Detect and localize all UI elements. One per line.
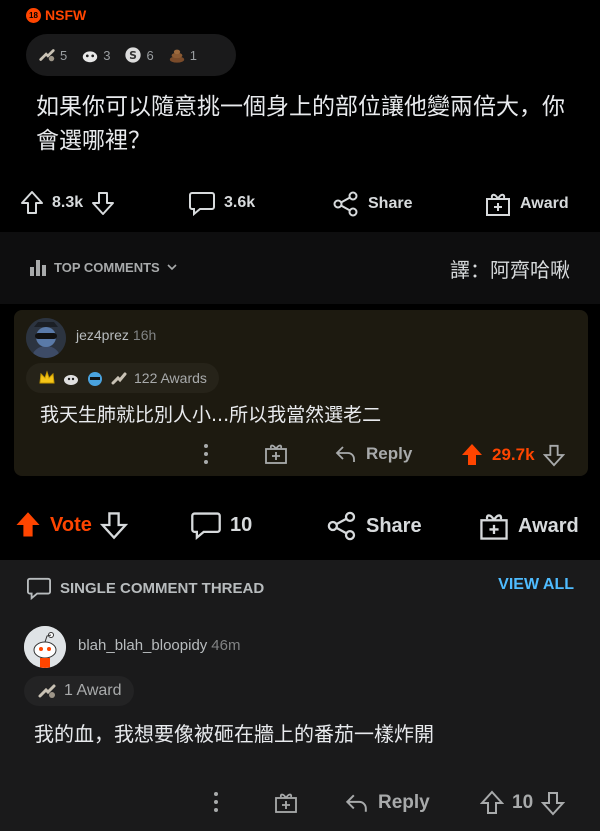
comment-author[interactable]: blah_blah_bloopidy 46m (78, 637, 240, 654)
post-score: 8.3k (52, 194, 84, 211)
username[interactable]: blah_blah_bloopidy (78, 637, 207, 654)
downvote-icon[interactable] (542, 443, 565, 467)
comment-vote-group: 10 (480, 790, 566, 816)
user-avatar-icon (26, 318, 66, 358)
comment-time: 46m (211, 637, 241, 654)
reply-icon (345, 794, 367, 812)
top-comment-card[interactable]: jez4prez 16h 122 Awards 我天生肺就比別人小...所以我當然… (14, 310, 588, 476)
avatar[interactable] (24, 626, 66, 668)
bar-chart-icon (30, 260, 46, 276)
comment-reply-button[interactable]: Reply (344, 792, 430, 814)
reply-label: Reply (378, 792, 430, 813)
post-awards[interactable]: 5 3 S 6 1 (26, 34, 236, 76)
comment-score: 29.7k (492, 445, 535, 464)
silver-award-icon (111, 372, 127, 385)
helpful-award-icon (39, 49, 55, 62)
upvote-icon[interactable] (480, 790, 504, 816)
poop-award-icon (169, 49, 184, 63)
award-label: Award (520, 195, 569, 212)
comment-time: 16h (132, 327, 157, 343)
award-count: 3 (103, 47, 111, 63)
comment-vote-group: 29.7k (460, 442, 565, 468)
gift-icon (480, 514, 508, 540)
comment-more-button[interactable] (196, 442, 216, 466)
helpful-award-icon (64, 375, 78, 385)
reply-icon (335, 446, 355, 462)
snoo-avatar-icon (24, 626, 66, 668)
vote-label: Vote (50, 513, 92, 536)
more-vertical-icon (214, 792, 218, 812)
share-icon (327, 511, 356, 541)
downvote-icon[interactable] (541, 790, 566, 816)
comment-score: 10 (512, 792, 534, 813)
post-action-bar: 8.3k 3.6k Share Award (0, 182, 600, 226)
comment-body: 我的血，我想要像被砸在牆上的番茄一樣炸開 (34, 722, 434, 746)
upvote-filled-icon[interactable] (460, 442, 484, 468)
downvote-icon[interactable] (99, 510, 128, 540)
share-label: Share (366, 514, 422, 537)
comment-reply-button[interactable]: Reply (334, 444, 412, 464)
helpful-award-icon (38, 684, 56, 698)
wholesome-award-icon (88, 372, 102, 386)
vote-group: Vote (14, 510, 128, 540)
post-vote-group: 8.3k (20, 190, 115, 216)
sort-label: TOP COMMENTS (54, 259, 160, 275)
thread-action-bar: Vote 10 Share Award (0, 484, 600, 570)
username[interactable]: jez4prez (76, 327, 129, 343)
more-vertical-icon (204, 444, 208, 464)
comment-icon (189, 192, 215, 216)
share-label: Share (368, 195, 413, 212)
thread-share-button[interactable]: Share (326, 510, 422, 542)
thread-title: SINGLE COMMENT THREAD (60, 579, 265, 597)
comment-award-button[interactable] (274, 790, 298, 814)
post-award-button[interactable]: Award (484, 190, 569, 218)
single-comment-card[interactable]: blah_blah_bloopidy 46m 1 Award 我的血，我想要像被砸… (0, 612, 600, 831)
silver-award-icon: S (125, 47, 142, 63)
thread-label: SINGLE COMMENT THREAD (26, 576, 264, 600)
view-all-link[interactable]: VIEW ALL (498, 576, 574, 594)
gift-icon (486, 193, 510, 216)
comment-body: 我天生肺就比別人小...所以我當然選老二 (40, 404, 382, 426)
comment-awards[interactable]: 122 Awards (26, 363, 219, 393)
avatar[interactable] (26, 318, 66, 358)
wholesome-award-icon (83, 51, 98, 63)
top-comments-bar: TOP COMMENTS 譯：阿齊哈啾 (0, 232, 600, 304)
awards-count-label: 1 Award (64, 682, 122, 699)
thread-comments-button[interactable]: 10 (190, 510, 252, 540)
comment-icon (27, 577, 51, 600)
gift-icon (265, 444, 287, 464)
comment-more-button[interactable] (206, 790, 226, 814)
upvote-icon[interactable] (20, 190, 44, 216)
comment-author[interactable]: jez4prez 16h (76, 327, 156, 343)
share-icon (333, 191, 358, 217)
awards-count-label: 122 Awards (134, 370, 207, 386)
gold-crown-award-icon (39, 370, 55, 384)
post-title: 如果你可以隨意挑一個身上的部位讓他變兩倍大，你會選哪裡？ (36, 94, 565, 154)
nsfw-18-icon: 18 (26, 7, 41, 23)
upvote-filled-icon[interactable] (14, 510, 42, 540)
post-comment-count: 3.6k (224, 194, 256, 211)
thread-comment-count: 10 (230, 513, 253, 536)
post-comments-button[interactable]: 3.6k (188, 190, 255, 216)
thread-award-button[interactable]: Award (478, 510, 579, 542)
nsfw-badge: 18 NSFW (26, 7, 86, 23)
comment-awards[interactable]: 1 Award (24, 676, 134, 706)
translator-credit: 譯：阿齊哈啾 (450, 258, 570, 282)
post-share-button[interactable]: Share (332, 190, 412, 218)
gift-icon (275, 793, 297, 813)
chevron-down-icon (167, 264, 177, 271)
comment-icon (191, 512, 221, 540)
reply-label: Reply (366, 444, 413, 463)
downvote-icon[interactable] (91, 190, 115, 216)
nsfw-label: NSFW (45, 7, 87, 23)
sort-selector[interactable]: TOP COMMENTS (28, 257, 178, 277)
award-count: 5 (60, 47, 68, 63)
single-thread-bar: SINGLE COMMENT THREAD VIEW ALL (0, 560, 600, 612)
award-count: 1 (189, 47, 197, 63)
award-label: Award (518, 514, 579, 537)
comment-award-button[interactable] (264, 441, 288, 465)
svg-text:S: S (130, 49, 138, 62)
award-count: 6 (146, 47, 154, 63)
